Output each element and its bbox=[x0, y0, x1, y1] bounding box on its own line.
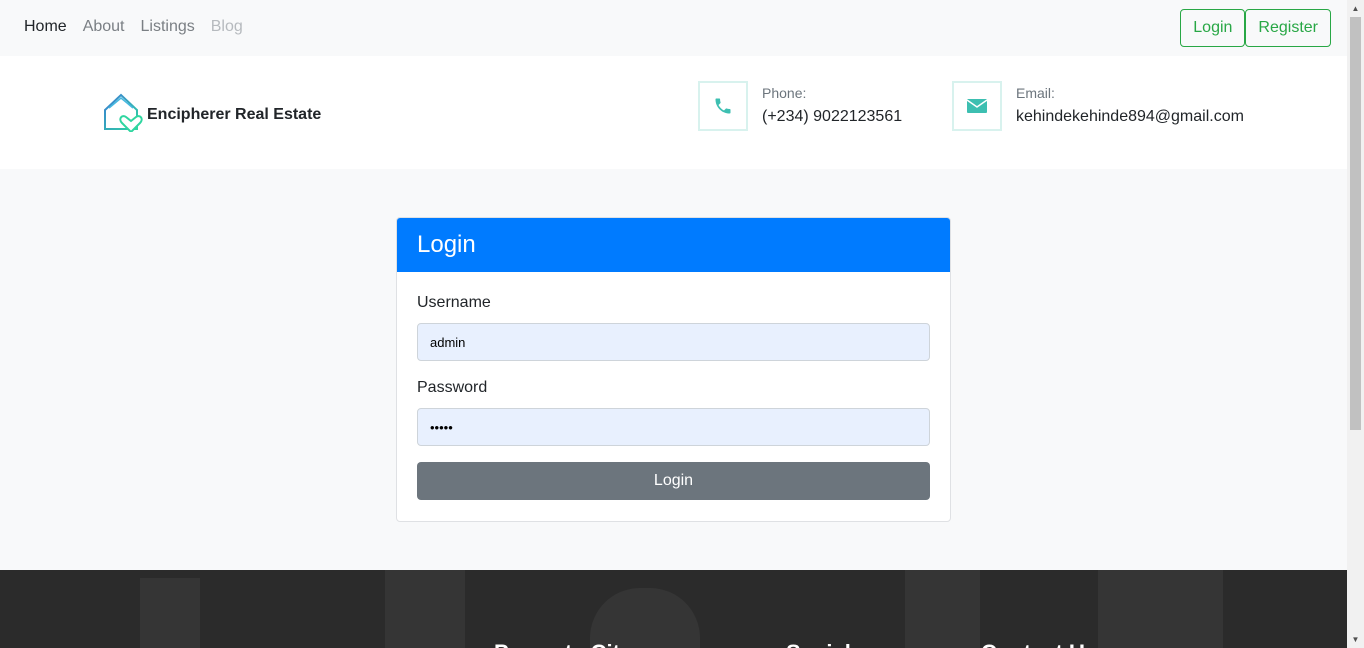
footer-skyline-building bbox=[1098, 570, 1223, 648]
phone-contact: Phone: (+234) 9022123561 bbox=[698, 81, 902, 131]
brand-name: Encipherer Real Estate bbox=[147, 105, 322, 123]
top-navbar: Home About Listings Blog Login Register bbox=[0, 0, 1347, 56]
footer-heading-contact: Contact U bbox=[981, 640, 1085, 648]
login-submit-button[interactable]: Login bbox=[417, 462, 930, 500]
scroll-down-arrow-icon[interactable]: ▼ bbox=[1347, 631, 1364, 648]
auth-buttons: Login Register bbox=[1180, 9, 1331, 47]
phone-icon bbox=[698, 81, 748, 131]
page-scrollbar[interactable]: ▲ ▼ bbox=[1347, 0, 1364, 648]
nav-link-blog: Blog bbox=[210, 18, 243, 35]
nav-link-home[interactable]: Home bbox=[24, 18, 67, 36]
scroll-up-arrow-icon[interactable]: ▲ bbox=[1347, 0, 1364, 17]
nav-login-button[interactable]: Login bbox=[1180, 9, 1246, 47]
nav-links: Home About Listings Blog bbox=[24, 18, 243, 36]
nav-register-button[interactable]: Register bbox=[1245, 9, 1331, 47]
footer-skyline-dome bbox=[590, 588, 700, 648]
email-value: kehindekehinde894@gmail.com bbox=[1016, 108, 1244, 125]
email-text: Email: kehindekehinde894@gmail.com bbox=[1016, 81, 1244, 131]
footer-heading-property: Property Cit bbox=[494, 640, 620, 648]
footer-heading-social: Social bbox=[786, 640, 851, 648]
footer-skyline-building bbox=[905, 570, 980, 648]
envelope-icon bbox=[952, 81, 1002, 131]
password-label: Password bbox=[417, 379, 488, 396]
email-contact: Email: kehindekehinde894@gmail.com bbox=[952, 81, 1244, 131]
username-input[interactable] bbox=[417, 323, 930, 361]
scrollbar-thumb[interactable] bbox=[1350, 17, 1361, 430]
nav-link-about[interactable]: About bbox=[83, 18, 125, 36]
login-card: Login Username Password Login bbox=[396, 217, 951, 522]
password-input[interactable] bbox=[417, 408, 930, 446]
phone-value: (+234) 9022123561 bbox=[762, 108, 903, 125]
brand-logo[interactable]: Encipherer Real Estate bbox=[103, 92, 321, 137]
site-header: Encipherer Real Estate Phone: (+234) 902… bbox=[0, 56, 1347, 169]
phone-text: Phone: (+234) 9022123561 bbox=[762, 81, 902, 131]
login-form: Username Password Login bbox=[397, 272, 950, 521]
username-label: Username bbox=[417, 294, 491, 311]
login-card-title: Login bbox=[397, 218, 950, 272]
house-heart-logo-icon bbox=[103, 92, 143, 137]
footer-skyline-building bbox=[140, 578, 200, 648]
site-footer: Property Cit Social Contact U bbox=[0, 570, 1347, 648]
email-label: Email: bbox=[1016, 85, 1055, 101]
phone-label: Phone: bbox=[762, 85, 807, 101]
footer-skyline-building bbox=[385, 570, 465, 648]
nav-link-listings[interactable]: Listings bbox=[141, 18, 195, 36]
